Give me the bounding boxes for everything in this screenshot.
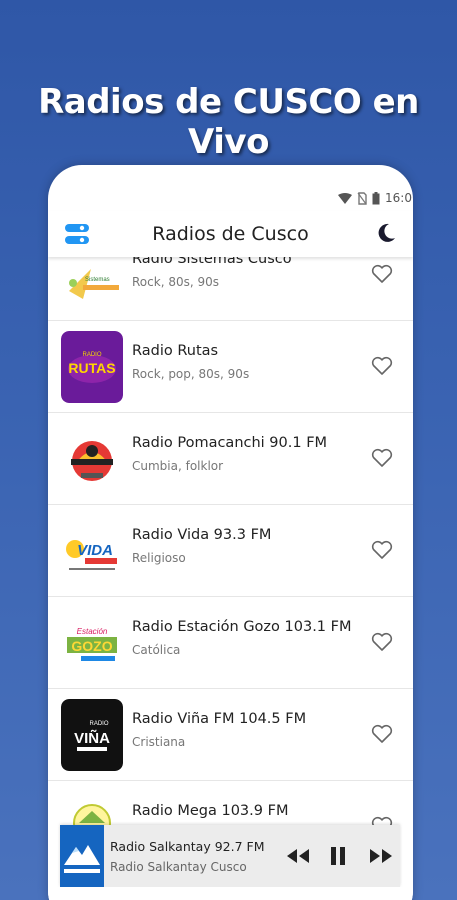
player-station-name: Radio Salkantay 92.7 FM bbox=[110, 839, 265, 854]
station-row[interactable]: Sistemas Radio Sistemas Cusco Rock, 80s,… bbox=[48, 257, 413, 321]
promo-title: Radios de CUSCO en Vivo bbox=[38, 82, 419, 162]
mini-player[interactable]: Radio Salkantay 92.7 FM Radio Salkantay … bbox=[60, 825, 400, 887]
favorite-heart-icon[interactable] bbox=[371, 356, 393, 376]
player-station-subtitle: Radio Salkantay Cusco bbox=[110, 860, 247, 874]
sistemas-logo-icon: Sistemas bbox=[61, 257, 123, 311]
station-name: Radio Estación Gozo 103.1 FM bbox=[132, 619, 352, 635]
station-genres: Cristiana bbox=[132, 735, 186, 749]
station-genres: Religioso bbox=[132, 551, 186, 565]
station-name: Radio Rutas bbox=[132, 343, 219, 359]
vina-logo-icon: RADIO VIÑA bbox=[61, 699, 123, 771]
bottom-nav-area bbox=[48, 887, 413, 900]
station-row[interactable]: RADIO RUTAS Radio Rutas Rock, pop, 80s, … bbox=[48, 321, 413, 413]
station-row[interactable]: Radio Mega 103.9 FM bbox=[48, 781, 413, 825]
station-list: Sistemas Radio Sistemas Cusco Rock, 80s,… bbox=[48, 257, 413, 825]
favorite-heart-icon[interactable] bbox=[371, 724, 393, 744]
station-name: Radio Vida 93.3 FM bbox=[132, 527, 272, 543]
fast-forward-icon[interactable] bbox=[369, 846, 393, 866]
station-genres: Rock, pop, 80s, 90s bbox=[132, 367, 250, 381]
station-row[interactable]: Estación GOZO Radio Estación Gozo 103.1 … bbox=[48, 597, 413, 689]
svg-text:RADIO: RADIO bbox=[89, 721, 108, 727]
status-time: 16:0 bbox=[385, 191, 412, 205]
svg-text:Estación: Estación bbox=[77, 627, 108, 636]
station-genres: Rock, 80s, 90s bbox=[132, 275, 219, 289]
station-row[interactable]: Radio Pomacanchi 90.1 FM Cumbia, folklor bbox=[48, 413, 413, 505]
dark-mode-moon-icon[interactable] bbox=[375, 221, 397, 245]
rutas-logo-icon: RADIO RUTAS bbox=[61, 331, 123, 403]
phone-frame: 16:0 Radios de Cusco Sistemas Radio Sist… bbox=[48, 165, 413, 900]
favorite-heart-icon[interactable] bbox=[371, 264, 393, 284]
svg-text:VIDA: VIDA bbox=[77, 542, 113, 559]
wifi-icon bbox=[338, 193, 352, 205]
station-name: Radio Pomacanchi 90.1 FM bbox=[132, 435, 328, 451]
app-header: Radios de Cusco bbox=[48, 211, 413, 257]
favorite-heart-icon[interactable] bbox=[371, 448, 393, 468]
battery-icon bbox=[372, 192, 380, 205]
favorite-heart-icon[interactable] bbox=[371, 816, 393, 825]
svg-text:RUTAS: RUTAS bbox=[68, 360, 115, 376]
rewind-icon[interactable] bbox=[286, 846, 310, 866]
pause-icon[interactable] bbox=[329, 846, 347, 866]
status-bar: 16:0 bbox=[48, 165, 413, 211]
station-row[interactable]: RADIO VIÑA Radio Viña FM 104.5 FM Cristi… bbox=[48, 689, 413, 781]
pomacanchi-logo-icon bbox=[61, 423, 123, 495]
station-row[interactable]: VIDA Radio Vida 93.3 FM Religioso bbox=[48, 505, 413, 597]
favorite-heart-icon[interactable] bbox=[371, 540, 393, 560]
station-name: Radio Viña FM 104.5 FM bbox=[132, 711, 307, 727]
svg-text:RADIO: RADIO bbox=[82, 352, 101, 358]
svg-text:VIÑA: VIÑA bbox=[74, 729, 110, 747]
menu-toggle-icon[interactable] bbox=[64, 222, 90, 246]
favorite-heart-icon[interactable] bbox=[371, 632, 393, 652]
gozo-logo-icon: Estación GOZO bbox=[61, 607, 123, 679]
station-name: Radio Mega 103.9 FM bbox=[132, 803, 289, 819]
salkantay-logo-icon bbox=[60, 825, 104, 887]
station-name: Radio Sistemas Cusco bbox=[132, 257, 292, 267]
svg-text:Sistemas: Sistemas bbox=[85, 277, 110, 283]
mega-logo-icon bbox=[61, 791, 123, 825]
station-genres: Católica bbox=[132, 643, 181, 657]
app-title: Radios de Cusco bbox=[152, 223, 309, 245]
svg-text:GOZO: GOZO bbox=[71, 638, 112, 654]
no-sim-icon bbox=[357, 192, 367, 205]
station-genres: Cumbia, folklor bbox=[132, 459, 224, 473]
vida-logo-icon: VIDA bbox=[61, 515, 123, 587]
